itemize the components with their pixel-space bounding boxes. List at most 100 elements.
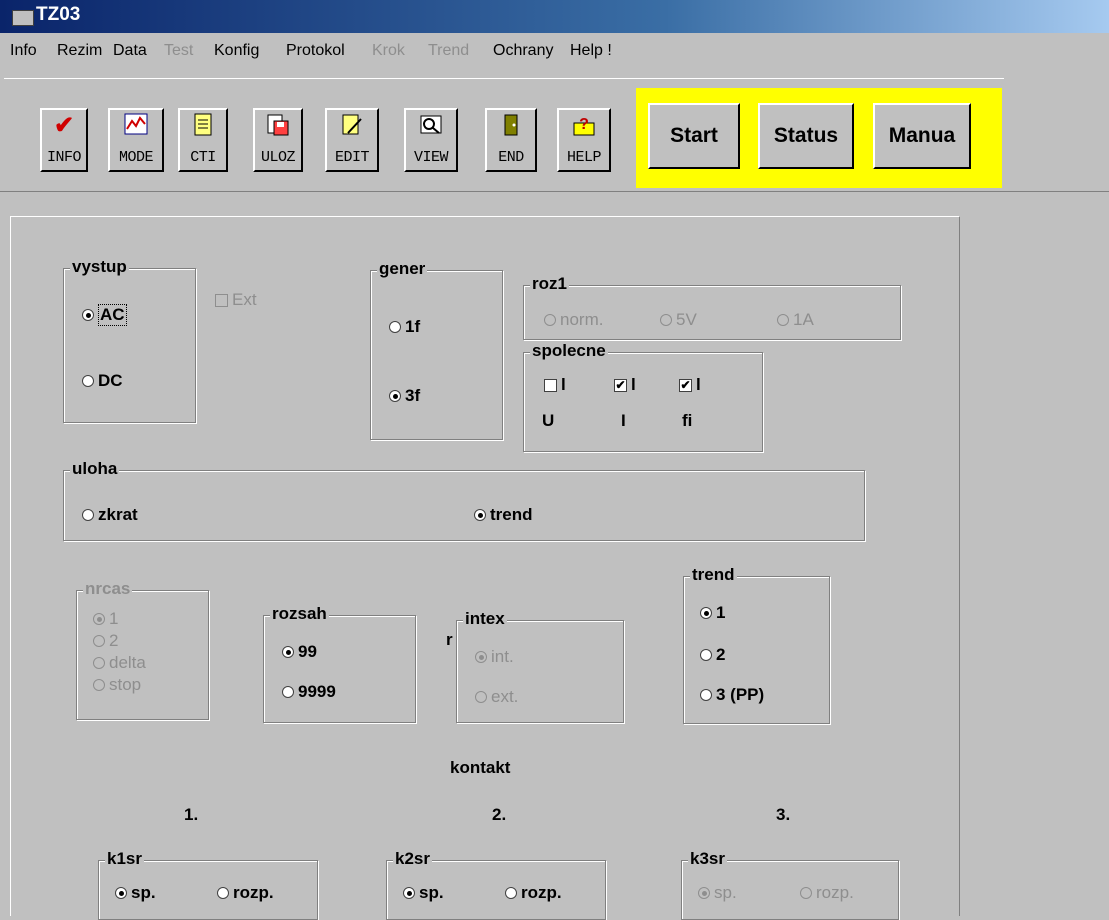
view-button[interactable]: VIEW xyxy=(404,108,458,172)
uloz-button[interactable]: ULOZ xyxy=(253,108,303,172)
nrcas-delta-option: delta xyxy=(93,653,146,673)
uloha-group: uloha zkrat trend xyxy=(63,459,865,541)
gener-3f-option[interactable]: 3f xyxy=(389,386,420,406)
start-button[interactable]: Start xyxy=(648,103,740,169)
menu-data[interactable]: Data xyxy=(113,42,147,60)
spolecne-fi-checkbox[interactable]: ✔ l xyxy=(679,375,701,395)
app-icon xyxy=(12,10,34,26)
menu-konfig[interactable]: Konfig xyxy=(214,42,259,60)
uloha-zkrat-option[interactable]: zkrat xyxy=(82,505,138,525)
k2sr-rozp-option[interactable]: rozp. xyxy=(505,883,562,903)
view-icon xyxy=(419,113,443,144)
k1sr-rozp-option[interactable]: rozp. xyxy=(217,883,274,903)
checkbox-icon: ✔ xyxy=(614,377,627,392)
vystup-group: vystup AC DC xyxy=(63,257,196,423)
kontakt-number-2: 2. xyxy=(492,805,507,824)
edit-icon xyxy=(340,113,364,144)
radio-icon xyxy=(282,646,294,658)
radio-icon xyxy=(660,314,672,326)
intex-int-option: int. xyxy=(475,647,514,667)
trend-3pp-option[interactable]: 3 (PP) xyxy=(700,685,764,705)
document-icon xyxy=(192,113,214,144)
info-button[interactable]: ✔ INFO xyxy=(40,108,88,172)
nrcas-2-option: 2 xyxy=(93,631,118,651)
radio-icon xyxy=(93,613,105,625)
nrcas-stop-option: stop xyxy=(93,675,141,695)
trend-title: trend xyxy=(690,565,737,585)
ext-checkbox: Ext xyxy=(215,290,257,310)
spolecne-u-checkbox[interactable]: l xyxy=(544,375,566,395)
cti-button[interactable]: CTI xyxy=(178,108,228,172)
menu-ochrany[interactable]: Ochrany xyxy=(493,42,553,60)
status-button[interactable]: Status xyxy=(758,103,854,169)
trend-1-option[interactable]: 1 xyxy=(700,603,725,623)
title-bar xyxy=(0,0,1109,33)
end-button[interactable]: END xyxy=(485,108,537,172)
menu-divider xyxy=(4,78,1004,79)
spolecne-i-checkbox[interactable]: ✔ l xyxy=(614,375,636,395)
rozsah-9999-option[interactable]: 9999 xyxy=(282,682,336,702)
radio-icon xyxy=(474,509,486,521)
intex-group: intex int. ext. xyxy=(456,609,624,723)
uloha-trend-option[interactable]: trend xyxy=(474,505,533,525)
menu-info[interactable]: Info xyxy=(10,42,37,60)
toolbar-divider xyxy=(0,191,1109,192)
mode-button[interactable]: MODE xyxy=(108,108,164,172)
vystup-dc-option[interactable]: DC xyxy=(82,371,123,391)
checkmark-icon: ✔ xyxy=(53,112,75,139)
radio-icon xyxy=(800,887,812,899)
k3sr-rozp-option: rozp. xyxy=(800,883,854,903)
kontakt-label: kontakt xyxy=(450,758,511,777)
rozsah-99-option[interactable]: 99 xyxy=(282,642,317,662)
spolecne-group: spolecne l ✔ l ✔ l U I fi xyxy=(523,341,763,452)
radio-icon xyxy=(282,686,294,698)
help-button[interactable]: ? HELP xyxy=(557,108,611,172)
k1sr-sp-option[interactable]: sp. xyxy=(115,883,156,903)
spolecne-title: spolecne xyxy=(530,341,608,361)
radio-icon xyxy=(403,887,415,899)
radio-icon xyxy=(93,657,105,669)
menu-rezim[interactable]: Rezim xyxy=(57,42,102,60)
spolecne-label-u: U xyxy=(542,411,555,430)
k1sr-title: k1sr xyxy=(105,849,144,869)
checkbox-icon xyxy=(215,293,228,307)
checkbox-icon: ✔ xyxy=(679,377,692,392)
vystup-ac-option[interactable]: AC xyxy=(82,304,127,326)
radio-icon xyxy=(475,651,487,663)
roz1-norm-option: norm. xyxy=(544,310,603,330)
radio-icon xyxy=(82,309,94,321)
help-icon: ? xyxy=(572,113,596,144)
vystup-title: vystup xyxy=(70,257,129,277)
radio-icon xyxy=(475,691,487,703)
roz1-1a-option: 1A xyxy=(777,310,814,330)
menu-trend: Trend xyxy=(428,42,470,59)
gener-group: gener 1f 3f xyxy=(370,259,503,440)
gener-1f-option[interactable]: 1f xyxy=(389,317,420,337)
window-title: TZ03 xyxy=(36,4,81,25)
roz1-5v-option: 5V xyxy=(660,310,697,330)
radio-icon xyxy=(700,689,712,701)
radio-icon xyxy=(698,887,710,899)
roz1-title: roz1 xyxy=(530,274,569,294)
k3sr-sp-option: sp. xyxy=(698,883,737,903)
menu-protokol[interactable]: Protokol xyxy=(286,42,345,60)
spolecne-label-fi: fi xyxy=(682,411,693,430)
chart-icon xyxy=(124,113,148,142)
k2sr-sp-option[interactable]: sp. xyxy=(403,883,444,903)
k3sr-group: k3sr sp. rozp. xyxy=(681,849,899,920)
gener-title: gener xyxy=(377,259,428,279)
radio-icon xyxy=(700,649,712,661)
edit-button[interactable]: EDIT xyxy=(325,108,379,172)
kontakt-number-3: 3. xyxy=(776,805,791,824)
radio-icon xyxy=(82,509,94,521)
menu-help[interactable]: Help ! xyxy=(570,42,612,60)
k2sr-title: k2sr xyxy=(393,849,432,869)
rozsah-title: rozsah xyxy=(270,604,329,624)
k2sr-group: k2sr sp. rozp. xyxy=(386,849,606,920)
k1sr-group: k1sr sp. rozp. xyxy=(98,849,318,920)
manual-button[interactable]: Manua xyxy=(873,103,971,169)
door-icon xyxy=(501,113,521,144)
radio-icon xyxy=(93,679,105,691)
radio-icon xyxy=(505,887,517,899)
trend-2-option[interactable]: 2 xyxy=(700,645,725,665)
